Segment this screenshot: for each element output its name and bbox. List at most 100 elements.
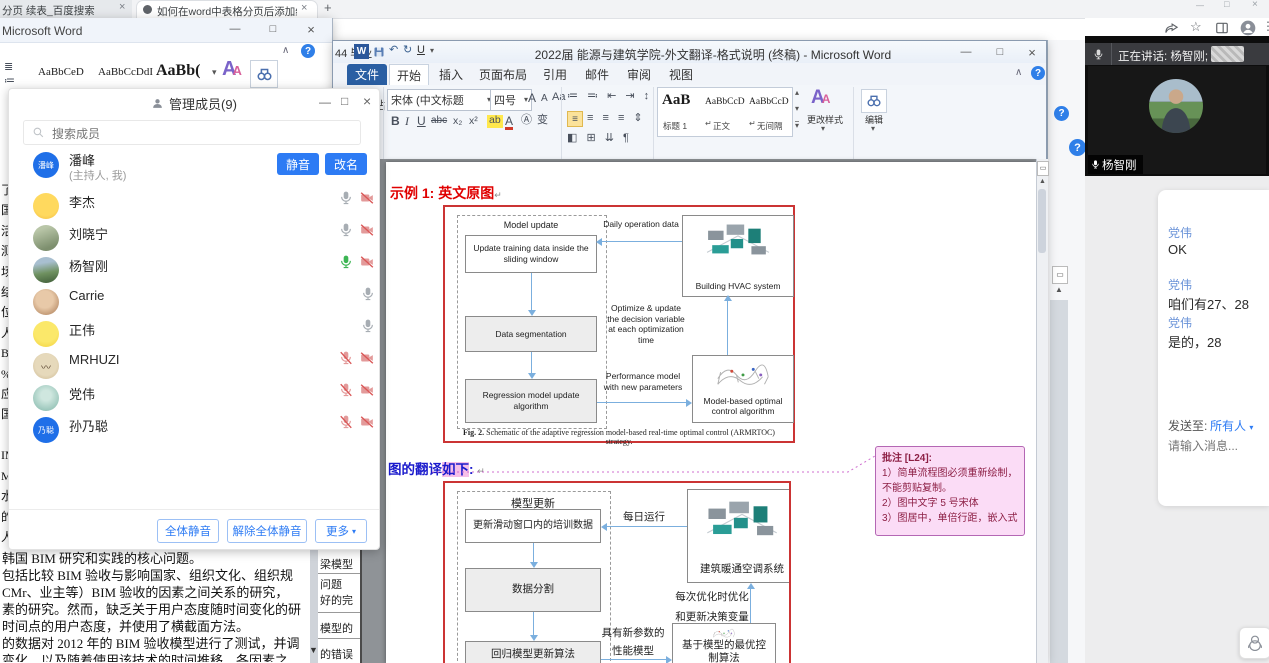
paragraph-icons-row2[interactable]: ≡ ≡ ≡ ⇕ xyxy=(587,113,646,124)
close-icon[interactable]: × xyxy=(1019,43,1045,61)
tab-page-layout[interactable]: 页面布局 xyxy=(473,64,533,85)
camera-off-icon[interactable] xyxy=(359,223,375,237)
close-icon[interactable]: × xyxy=(294,20,328,38)
shrink-font-icon[interactable]: A xyxy=(541,94,548,104)
font-name-combo[interactable]: 宋体 (中文标题 ▾ xyxy=(387,89,495,111)
tab-review[interactable]: 审阅 xyxy=(619,64,659,85)
change-case-icon[interactable]: Aa xyxy=(552,92,565,103)
chat-input[interactable] xyxy=(1166,436,1268,456)
tab-insert[interactable]: 插入 xyxy=(431,64,471,85)
member-row[interactable]: 潘峰 潘峰 (主持人, 我) 静音 改名 xyxy=(9,149,381,193)
share-icon[interactable] xyxy=(1164,21,1179,36)
ribbon-collapse-icon[interactable]: ∧ xyxy=(1015,68,1022,78)
tab-references[interactable]: 引用 xyxy=(535,64,575,85)
mic-icon[interactable] xyxy=(339,222,353,238)
style-chip[interactable]: AaBbCeD xyxy=(38,66,84,78)
list-icon[interactable]: ≔ xyxy=(4,76,15,87)
ruler-toggle-icon[interactable]: ▭ xyxy=(1037,161,1049,176)
style-chip[interactable]: AaBbCcDdI xyxy=(98,66,153,78)
ruler-toggle-icon[interactable]: ▭ xyxy=(1052,266,1068,284)
bold-icon[interactable]: B xyxy=(391,115,400,127)
save-icon[interactable] xyxy=(373,46,385,58)
scroll-up-icon[interactable]: ▲ xyxy=(1055,286,1063,294)
qat-customize-icon[interactable]: ▾ xyxy=(430,47,434,55)
gallery-down-icon[interactable]: ▾ xyxy=(795,105,799,113)
gallery-scroll-icon[interactable]: ▾ xyxy=(212,68,217,77)
strikethrough-icon[interactable]: abc xyxy=(431,116,447,126)
superscript-icon[interactable]: x² xyxy=(469,116,478,127)
video-tile[interactable]: 杨智刚 xyxy=(1088,66,1266,174)
profile-avatar-icon[interactable] xyxy=(1240,20,1256,36)
tab-home[interactable]: 开始 xyxy=(389,64,429,85)
italic-icon[interactable]: I xyxy=(405,115,409,127)
scroll-down-icon[interactable]: ▼ xyxy=(309,646,318,655)
browser-close-icon[interactable]: × xyxy=(1252,0,1258,10)
minimize-icon[interactable]: — xyxy=(218,20,252,38)
font-size-combo[interactable]: 四号 ▾ xyxy=(490,89,532,111)
minimize-icon[interactable]: — xyxy=(951,43,981,61)
clear-format-icon[interactable]: 变 xyxy=(537,115,548,126)
minimize-icon[interactable]: — xyxy=(319,96,331,108)
underline-qat-icon[interactable]: U xyxy=(417,45,425,56)
browser-minimize-icon[interactable]: — xyxy=(1196,2,1204,10)
grow-font-icon[interactable]: A xyxy=(528,92,536,104)
tab-view[interactable]: 视图 xyxy=(661,64,701,85)
doc-page[interactable] xyxy=(386,162,1036,663)
mic-icon[interactable] xyxy=(361,286,375,302)
maximize-icon[interactable]: □ xyxy=(256,20,290,38)
camera-off-icon[interactable] xyxy=(359,255,375,269)
more-button[interactable]: 更多 ▾ xyxy=(315,519,367,543)
mic-muted-icon[interactable] xyxy=(339,350,353,366)
mic-icon[interactable] xyxy=(339,190,353,206)
floating-help-icon[interactable]: ? xyxy=(1069,139,1086,156)
maximize-icon[interactable]: □ xyxy=(341,95,348,107)
doc-scrollbar[interactable]: ▭ ▲ xyxy=(1036,159,1048,663)
bookmark-star-icon[interactable]: ☆ xyxy=(1190,20,1202,33)
qq-button[interactable] xyxy=(1239,627,1269,659)
new-tab-icon[interactable]: + xyxy=(324,1,332,14)
font-color-icon[interactable]: A xyxy=(505,115,513,130)
ribbon-collapse-icon[interactable]: ∧ xyxy=(282,46,289,56)
browser-tab-1[interactable]: 分页 续表_百度搜索 × xyxy=(0,0,132,18)
scroll-thumb[interactable] xyxy=(1038,189,1046,253)
scroll-up-icon[interactable]: ▲ xyxy=(1039,178,1046,185)
camera-off-icon[interactable] xyxy=(359,351,375,365)
character-border-icon[interactable]: Ⓐ xyxy=(521,115,532,126)
gallery-more-icon[interactable]: ▾ xyxy=(795,121,799,130)
camera-off-icon[interactable] xyxy=(359,415,375,429)
mic-muted-icon[interactable] xyxy=(339,414,353,430)
subscript-icon[interactable]: x₂ xyxy=(453,116,462,127)
undo-icon[interactable]: ↶ xyxy=(389,45,398,56)
mute-all-button[interactable]: 全体静音 xyxy=(157,519,219,543)
mic-active-icon[interactable] xyxy=(339,254,353,270)
word-titlebar[interactable]: 44 毕业 W ↶ ↻ U ▾ 2022届 能源与建筑学院-外文翻译-格式说明 … xyxy=(333,41,1046,63)
style-chip-heading1[interactable]: AaB 标题 1 xyxy=(660,90,700,134)
redo-icon[interactable]: ↻ xyxy=(403,45,412,56)
help-icon[interactable]: ? xyxy=(301,44,315,58)
left-word-titlebar[interactable]: Microsoft Word — □ × xyxy=(0,18,332,43)
camera-off-icon[interactable] xyxy=(359,383,375,397)
browser-maximize-icon[interactable]: □ xyxy=(1224,0,1229,9)
change-styles-icon[interactable]: AA xyxy=(222,58,242,81)
style-chip-normal[interactable]: AaBbCcD ↵ 正文 xyxy=(704,90,746,134)
camera-off-icon[interactable] xyxy=(359,191,375,205)
browser-tab-2[interactable]: 如何在word中表格分页后添加续 × xyxy=(136,0,318,19)
find-binoculars-icon[interactable] xyxy=(861,89,887,113)
close-icon[interactable]: × xyxy=(363,94,371,108)
mute-button[interactable]: 静音 xyxy=(277,153,319,175)
style-chip-nospacing[interactable]: AaBbCcD ↵ 无间隔 xyxy=(748,90,790,134)
indent-icon[interactable]: ≣ xyxy=(4,62,13,73)
maximize-icon[interactable]: □ xyxy=(985,43,1015,61)
unmute-all-button[interactable]: 解除全体静音 xyxy=(227,519,307,543)
help-icon[interactable]: ? xyxy=(1031,66,1045,80)
kebab-menu-icon[interactable]: ⋮ xyxy=(1262,20,1269,32)
align-left-icon[interactable]: ≡ xyxy=(567,111,583,127)
rename-button[interactable]: 改名 xyxy=(325,153,367,175)
help-icon[interactable]: ? xyxy=(1054,106,1069,121)
paragraph-icons-row1[interactable]: ≔ ≕ ⇤ ⇥ ↕ xyxy=(567,91,652,102)
gallery-up-icon[interactable]: ▴ xyxy=(795,89,799,97)
search-box[interactable] xyxy=(23,120,361,145)
find-binoculars-icon[interactable] xyxy=(250,60,278,88)
highlight-color-icon[interactable]: ab xyxy=(487,115,503,128)
paragraph-icons-row3[interactable]: ◧ ⊞ ⇊ ¶ xyxy=(567,133,632,144)
